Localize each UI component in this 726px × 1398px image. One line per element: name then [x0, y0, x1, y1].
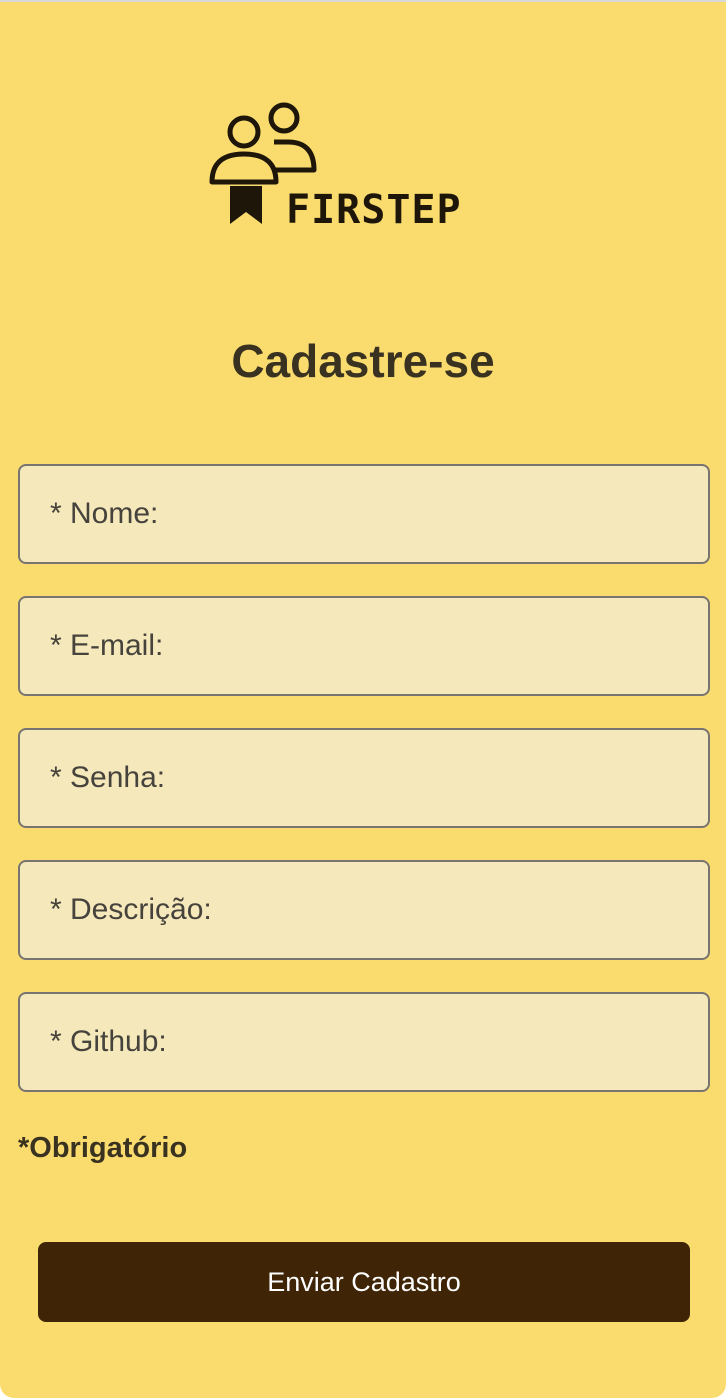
submit-button[interactable]: Enviar Cadastro — [38, 1242, 690, 1322]
page-title: Cadastre-se — [231, 335, 495, 387]
required-note: *Obrigatório — [18, 1132, 188, 1164]
name-field[interactable] — [18, 464, 710, 564]
brand-logo: FIRSTEP — [208, 98, 508, 238]
password-field[interactable] — [18, 728, 710, 828]
description-field[interactable] — [18, 860, 710, 960]
email-field[interactable] — [18, 596, 710, 696]
signup-page: FIRSTEP Cadastre-se *Obrigatório Enviar … — [0, 0, 726, 1398]
brand-wordmark: FIRSTEP — [286, 187, 462, 233]
github-field[interactable] — [18, 992, 710, 1092]
